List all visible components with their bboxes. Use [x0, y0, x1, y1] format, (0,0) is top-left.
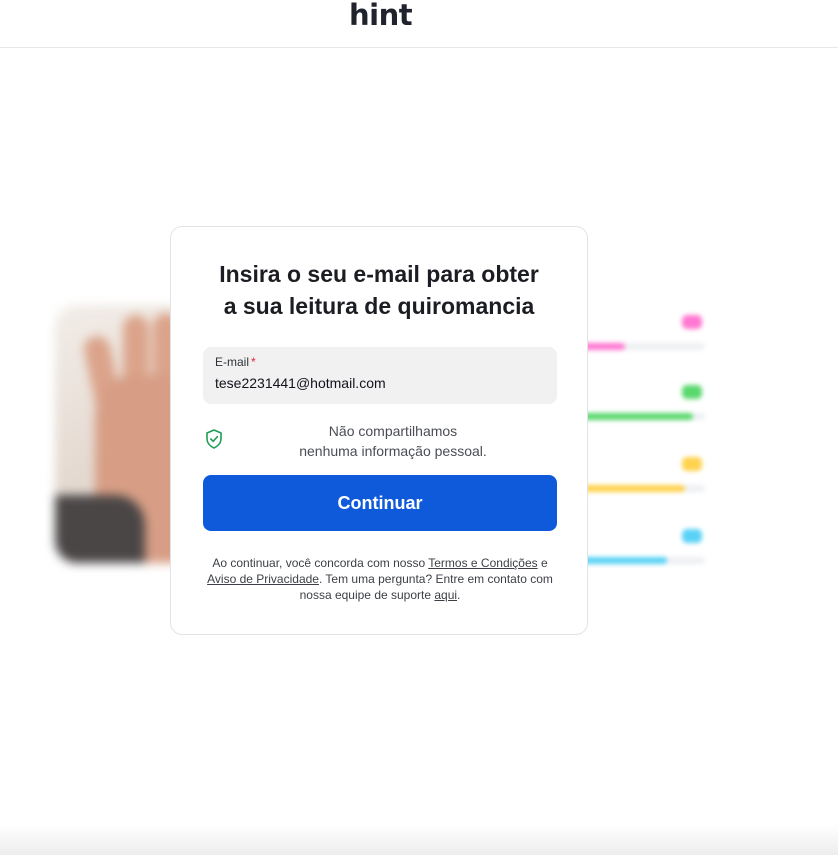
terms-link[interactable]: Termos e Condições — [428, 556, 537, 570]
bar-badge-icon — [682, 315, 702, 329]
logo[interactable]: hint — [349, 0, 413, 32]
privacy-text: Não compartilhamos nenhuma informação pe… — [299, 423, 487, 459]
bar-badge-icon — [682, 457, 702, 471]
card-title: Insira o seu e-mail para obter a sua lei… — [171, 258, 587, 322]
email-card: Insira o seu e-mail para obter a sua lei… — [170, 226, 588, 635]
header: hint — [0, 0, 838, 48]
support-link[interactable]: aqui — [434, 588, 457, 602]
bottom-edge — [0, 825, 838, 855]
privacy-notice: Não compartilhamos nenhuma informação pe… — [203, 420, 557, 460]
shield-check-icon — [206, 429, 222, 449]
email-field[interactable]: E-mail * — [203, 347, 557, 404]
card-title-line1: Insira o seu e-mail para obter — [219, 261, 539, 287]
bar-badge-icon — [682, 385, 702, 399]
continue-button[interactable]: Continuar — [203, 475, 557, 531]
bar-badge-icon — [682, 529, 702, 543]
legal-text: Ao continuar, você concorda com nosso Te… — [207, 556, 553, 602]
required-mark: * — [251, 355, 256, 369]
privacy-policy-link[interactable]: Aviso de Privacidade — [207, 572, 319, 586]
email-input[interactable] — [215, 373, 545, 393]
email-label: E-mail * — [215, 355, 256, 369]
card-title-line2: a sua leitura de quiromancia — [223, 293, 535, 319]
